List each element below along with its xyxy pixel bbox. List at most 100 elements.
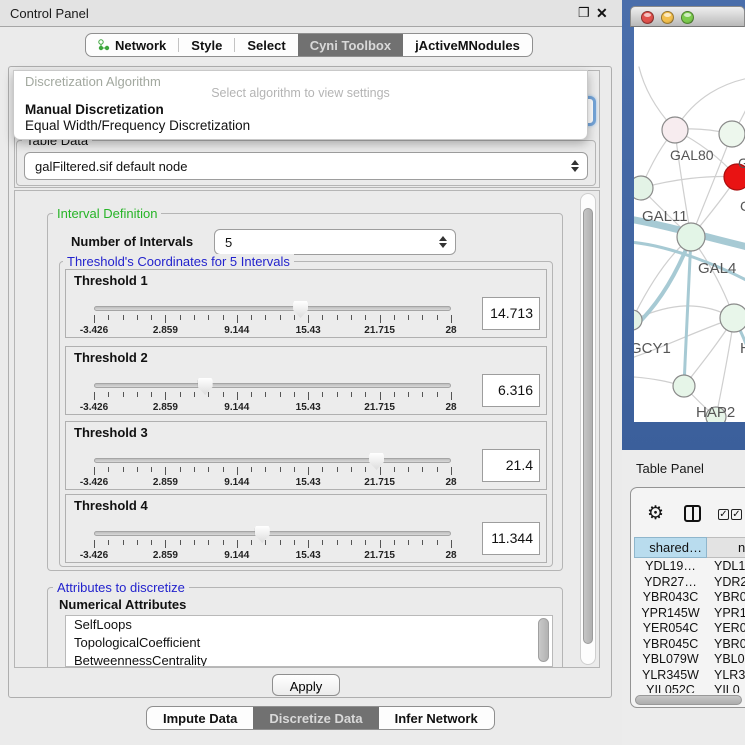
slider-tick-label: 21.715: [364, 402, 395, 413]
list-scrollbar[interactable]: [538, 618, 549, 662]
slider-track[interactable]: [94, 306, 451, 311]
close-icon[interactable]: ✕: [596, 5, 608, 22]
tab-network[interactable]: Network: [86, 34, 178, 56]
attribute-item[interactable]: BetweennessCentrality: [66, 652, 552, 667]
network-node[interactable]: [634, 176, 653, 200]
slider-tick: [408, 315, 409, 320]
table-row[interactable]: YLR345WYLR3: [634, 668, 745, 684]
cell-name: YDR2: [707, 575, 745, 591]
slider-tick: [422, 315, 423, 320]
slider-thumb[interactable]: [369, 453, 384, 470]
column-header-name[interactable]: name: [707, 537, 745, 558]
table-row[interactable]: YIL052CYIL0: [634, 683, 745, 693]
checkbox-icon[interactable]: ✓: [718, 509, 729, 520]
slider-thumb[interactable]: [255, 526, 270, 543]
network-node[interactable]: [720, 304, 745, 332]
network-window-titlebar[interactable]: [630, 6, 745, 27]
column-header-shared[interactable]: shared…: [634, 537, 707, 558]
threshold-panel: Threshold 4-3.4262.8599.14415.4321.71528…: [65, 494, 547, 563]
threshold-value[interactable]: 11.344: [482, 522, 540, 555]
table-row[interactable]: YBR045CYBR0: [634, 637, 745, 653]
panel-scrollbar-track[interactable]: [580, 193, 596, 665]
threshold-panel: Threshold 2-3.4262.8599.14415.4321.71528…: [65, 346, 547, 415]
threshold-title: Threshold 2: [74, 350, 148, 365]
minimize-light-icon[interactable]: [661, 11, 674, 24]
threshold-value[interactable]: 6.316: [482, 374, 540, 407]
tab-discretize-data[interactable]: Discretize Data: [253, 707, 378, 729]
network-node[interactable]: [719, 121, 745, 147]
tab-impute-data[interactable]: Impute Data: [147, 707, 253, 729]
table-row[interactable]: YDL19…YDL1: [634, 559, 745, 575]
popup-option[interactable]: Equal Width/Frequency Discretization: [17, 118, 584, 135]
cell-shared-name: YBR045C: [634, 637, 707, 653]
tab-jactivemnodules[interactable]: jActiveMNodules: [403, 34, 532, 56]
slider-tick-label: 15.43: [296, 402, 321, 413]
slider-tick: [165, 467, 166, 475]
slider-tick: [223, 392, 224, 397]
slider-thumb[interactable]: [293, 301, 308, 318]
slider-track[interactable]: [94, 458, 451, 463]
apply-button[interactable]: Apply: [272, 674, 340, 696]
gear-icon[interactable]: ⚙: [647, 504, 664, 523]
network-node[interactable]: [662, 117, 688, 143]
table-rows[interactable]: YDL19…YDL1YDR27…YDR2YBR043CYBR0YPR145WYP…: [634, 559, 745, 693]
h-scrollbar-thumb[interactable]: [635, 695, 742, 705]
slider-tick: [223, 315, 224, 320]
table-row[interactable]: YER054CYER0: [634, 621, 745, 637]
columns-icon[interactable]: [684, 505, 701, 522]
slider-tick: [237, 540, 238, 548]
slider-tick: [294, 467, 295, 472]
slider-tick: [137, 540, 138, 545]
network-canvas[interactable]: GAL80G.CGAL11GAL4GCY1HHAP2: [634, 27, 745, 422]
num-intervals-combo[interactable]: 5: [214, 229, 456, 255]
table-data-value: galFiltered.sif default node: [35, 159, 187, 174]
float-icon[interactable]: ❒: [578, 5, 590, 21]
table-row[interactable]: YDR27…YDR2: [634, 575, 745, 591]
slider-track[interactable]: [94, 383, 451, 388]
threshold-value[interactable]: 14.713: [482, 297, 540, 330]
tab-cyni-toolbox[interactable]: Cyni Toolbox: [298, 34, 403, 56]
slider-tick: [265, 540, 266, 545]
slider-tick: [337, 315, 338, 320]
table-row[interactable]: YBR043CYBR0: [634, 590, 745, 606]
cell-name: YBL0: [707, 652, 745, 668]
tab-infer-network[interactable]: Infer Network: [379, 707, 494, 729]
tab-label: Select: [247, 38, 285, 53]
slider-tick: [394, 392, 395, 397]
table-header[interactable]: shared… name: [634, 537, 745, 558]
network-node[interactable]: [677, 223, 705, 251]
table-row[interactable]: YPR145WYPR1: [634, 606, 745, 622]
spinner-arrows-icon[interactable]: [439, 236, 447, 248]
numerical-attributes-list[interactable]: SelfLoopsTopologicalCoefficientBetweenne…: [65, 615, 553, 667]
panel-scrollbar-thumb[interactable]: [583, 208, 593, 644]
spinner-arrows-icon[interactable]: [571, 160, 579, 172]
table-row[interactable]: YBL079WYBL0: [634, 652, 745, 668]
close-light-icon[interactable]: [641, 11, 654, 24]
slider-tick: [351, 540, 352, 545]
slider-tick: [308, 392, 309, 400]
slider-tick: [151, 392, 152, 397]
network-node[interactable]: [634, 310, 642, 330]
slider-tick: [394, 315, 395, 320]
checkbox-icon[interactable]: ✓: [731, 509, 742, 520]
network-icon: [98, 39, 110, 51]
slider-tick: [251, 315, 252, 320]
slider-track[interactable]: [94, 531, 451, 536]
slider-thumb[interactable]: [198, 378, 213, 395]
slider-tick: [365, 467, 366, 472]
cell-name: YBR0: [707, 637, 745, 653]
table-data-combo[interactable]: galFiltered.sif default node: [24, 152, 588, 180]
popup-option[interactable]: Manual Discretization: [17, 102, 584, 119]
network-node[interactable]: [673, 375, 695, 397]
threshold-value[interactable]: 21.4: [482, 449, 540, 482]
tab-select[interactable]: Select: [235, 34, 297, 56]
slider-tick-label: -3.426: [80, 402, 108, 413]
attribute-item[interactable]: SelfLoops: [66, 616, 552, 634]
slider-tick: [308, 540, 309, 548]
attribute-item[interactable]: TopologicalCoefficient: [66, 634, 552, 652]
slider-tick: [237, 392, 238, 400]
zoom-light-icon[interactable]: [681, 11, 694, 24]
tab-style[interactable]: Style: [179, 34, 234, 56]
slider-tick: [337, 467, 338, 472]
slider-tick-label: 28: [445, 477, 456, 488]
